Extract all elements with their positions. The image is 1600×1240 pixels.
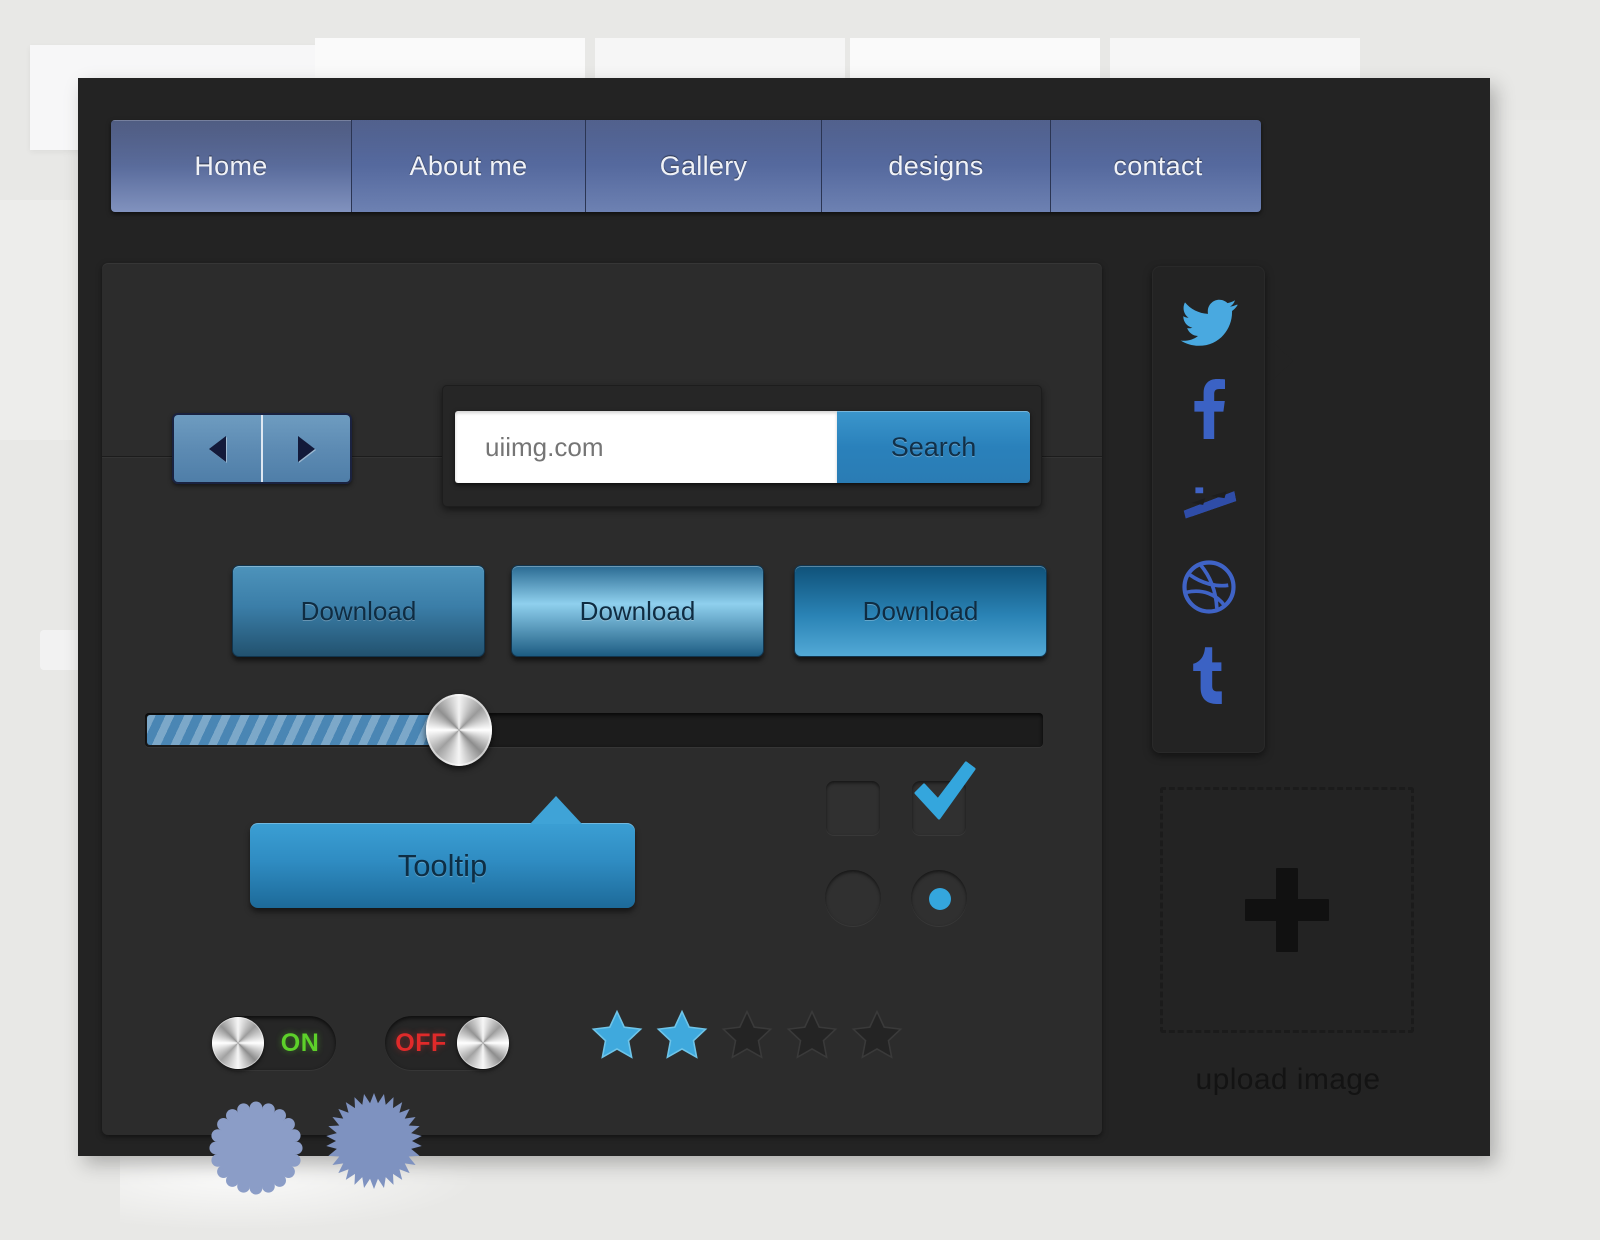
dribbble-icon [1181,559,1236,614]
toggle-switch-on[interactable]: ON [212,1016,336,1070]
radio-unselected[interactable] [825,870,881,926]
tumblr-icon [1192,646,1222,704]
star-icon-empty[interactable] [785,1008,839,1062]
pager-controls [172,413,352,484]
download-label: Download [300,595,417,626]
nav-item-gallery[interactable]: Gallery [586,120,822,212]
social-sidebar [1152,266,1265,753]
background-panel [1480,120,1600,1100]
nav-item-home[interactable]: Home [111,120,352,212]
social-sidebar-pointer-icon [1263,333,1293,389]
social-link-twitter[interactable] [1152,274,1265,371]
badge-starburst[interactable] [324,1091,424,1191]
download-label: Download [862,595,979,626]
nav-item-label: designs [888,150,984,181]
next-button[interactable] [261,415,350,482]
star-icon-empty[interactable] [720,1008,774,1062]
download-label: Download [579,595,696,626]
background-panel [0,200,90,440]
checkbox-unchecked[interactable] [826,781,880,835]
toggle-label: ON [280,1028,320,1057]
social-link-deviantart[interactable] [1152,452,1265,549]
download-button-hover[interactable]: Download [511,565,764,657]
badge-scalloped[interactable] [207,1099,305,1197]
tooltip-label: Tooltip [397,847,488,883]
download-button-normal[interactable]: Download [232,565,485,657]
slider-handle[interactable] [426,694,492,766]
nav-item-label: About me [409,150,528,181]
star-icon-filled[interactable] [655,1008,709,1062]
nav-item-label: Gallery [659,150,748,181]
social-link-facebook[interactable] [1152,360,1265,457]
star-rating[interactable] [590,1008,904,1062]
ui-kit-panel: Home About me Gallery designs contact Se… [78,78,1490,1195]
nav-item-designs[interactable]: designs [822,120,1051,212]
star-icon-empty[interactable] [850,1008,904,1062]
star-icon-filled[interactable] [590,1008,644,1062]
tooltip[interactable]: Tooltip [250,796,635,908]
download-button-pressed[interactable]: Download [794,565,1047,657]
search-input[interactable] [455,411,837,483]
chevron-right-icon [298,435,315,462]
search-button[interactable]: Search [837,411,1030,483]
chevron-left-icon [209,435,226,462]
search-bar: Search [442,385,1042,507]
social-link-tumblr[interactable] [1152,626,1265,723]
upload-image-dropzone[interactable] [1160,787,1414,1033]
toggle-knob [457,1017,509,1069]
deviantart-icon [1183,486,1236,518]
twitter-icon [1180,299,1238,346]
toggle-switch-off[interactable]: OFF [385,1016,509,1070]
search-button-label: Search [890,431,977,462]
nav-item-label: contact [1113,150,1203,181]
main-navigation: Home About me Gallery designs contact [111,120,1261,212]
nav-item-contact[interactable]: contact [1051,120,1261,212]
toggle-label: OFF [395,1028,447,1057]
slider-track[interactable] [145,694,1043,766]
toggle-knob [212,1017,264,1069]
nav-item-about-me[interactable]: About me [352,120,586,212]
search-inner: Search [455,411,1030,483]
social-link-dribbble[interactable] [1152,538,1265,635]
facebook-icon [1193,378,1225,439]
slider-fill [147,715,460,745]
content-panel: Search Download Download Download Toolti… [102,263,1102,1195]
checkbox-checked[interactable] [912,781,966,835]
tooltip-pointer-icon [530,796,582,824]
previous-button[interactable] [174,415,261,482]
nav-item-label: Home [194,150,268,181]
plus-icon [1276,868,1298,952]
upload-image-label: upload image [1195,1063,1381,1096]
radio-selected[interactable] [911,870,967,926]
